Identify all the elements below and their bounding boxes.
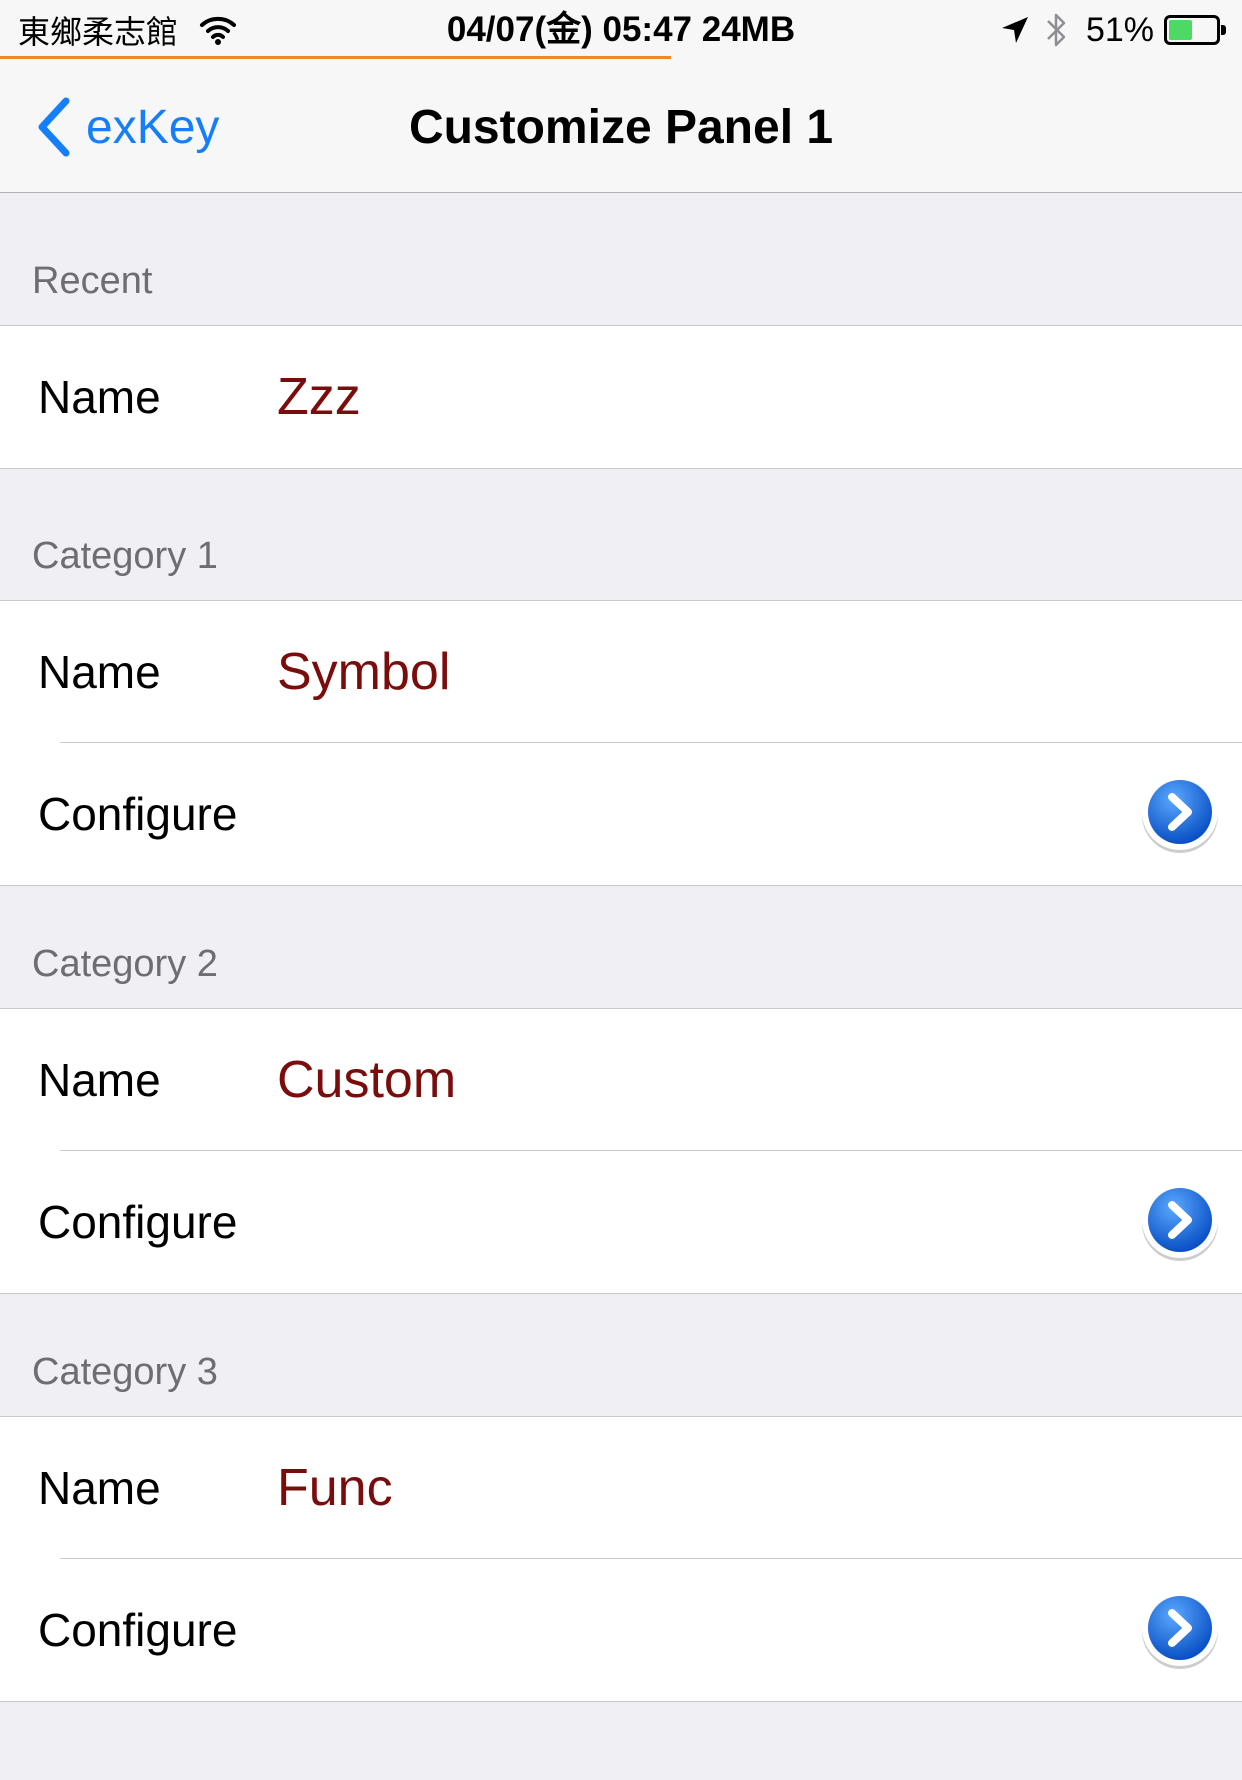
configure-label: Configure — [38, 1604, 238, 1656]
group-recent: Name Zzz — [0, 325, 1242, 469]
status-right: 51% — [1000, 10, 1226, 50]
name-row-category-1[interactable]: Name Symbol — [0, 601, 1242, 743]
detail-disclosure-icon[interactable] — [1138, 1179, 1222, 1263]
group-category-2: Name Custom Configure — [0, 1008, 1242, 1294]
section-header-recent: Recent — [0, 193, 1242, 325]
section-header-label: Category 2 — [32, 943, 218, 985]
battery-icon — [1164, 15, 1226, 45]
section-header-category-3: Category 3 — [0, 1284, 1242, 1416]
name-row-recent[interactable]: Name Zzz — [0, 326, 1242, 468]
page-load-progress — [0, 56, 671, 59]
section-header-category-2: Category 2 — [0, 876, 1242, 1008]
configure-label: Configure — [38, 788, 238, 840]
battery-percent: 51% — [1085, 10, 1154, 49]
name-value[interactable]: Custom — [277, 1009, 456, 1151]
group-category-3: Name Func Configure — [0, 1416, 1242, 1702]
name-row-category-3[interactable]: Name Func — [0, 1417, 1242, 1559]
section-header-label: Category 1 — [32, 535, 218, 577]
location-arrow-icon — [1001, 17, 1028, 43]
configure-row-category-1[interactable]: Configure — [0, 743, 1242, 885]
name-row-category-2[interactable]: Name Custom — [0, 1009, 1242, 1151]
detail-disclosure-icon[interactable] — [1138, 1587, 1222, 1671]
section-header-label: Category 3 — [32, 1351, 218, 1393]
section-header-category-1: Category 1 — [0, 468, 1242, 600]
screen: 東鄉柔志館 04/07(金) 05:47 24MB 51% exKey Cust… — [0, 0, 1242, 1780]
name-label: Name — [38, 1054, 161, 1106]
name-label: Name — [38, 646, 161, 698]
name-label: Name — [38, 371, 161, 423]
battery-fill — [1169, 20, 1192, 40]
configure-label: Configure — [38, 1196, 238, 1248]
section-header-label: Recent — [32, 260, 153, 302]
detail-disclosure-icon[interactable] — [1138, 771, 1222, 855]
status-bar: 東鄉柔志館 04/07(金) 05:47 24MB 51% — [0, 0, 1242, 62]
navigation-bar: exKey Customize Panel 1 — [0, 62, 1242, 193]
configure-row-category-3[interactable]: Configure — [0, 1559, 1242, 1701]
name-label: Name — [38, 1462, 161, 1514]
configure-row-category-2[interactable]: Configure — [0, 1151, 1242, 1293]
name-value[interactable]: Symbol — [277, 601, 450, 743]
group-category-1: Name Symbol Configure — [0, 600, 1242, 886]
name-value[interactable]: Func — [277, 1417, 393, 1559]
page-title: Customize Panel 1 — [408, 101, 834, 154]
name-value[interactable]: Zzz — [277, 326, 361, 468]
bluetooth-icon — [1047, 13, 1066, 47]
